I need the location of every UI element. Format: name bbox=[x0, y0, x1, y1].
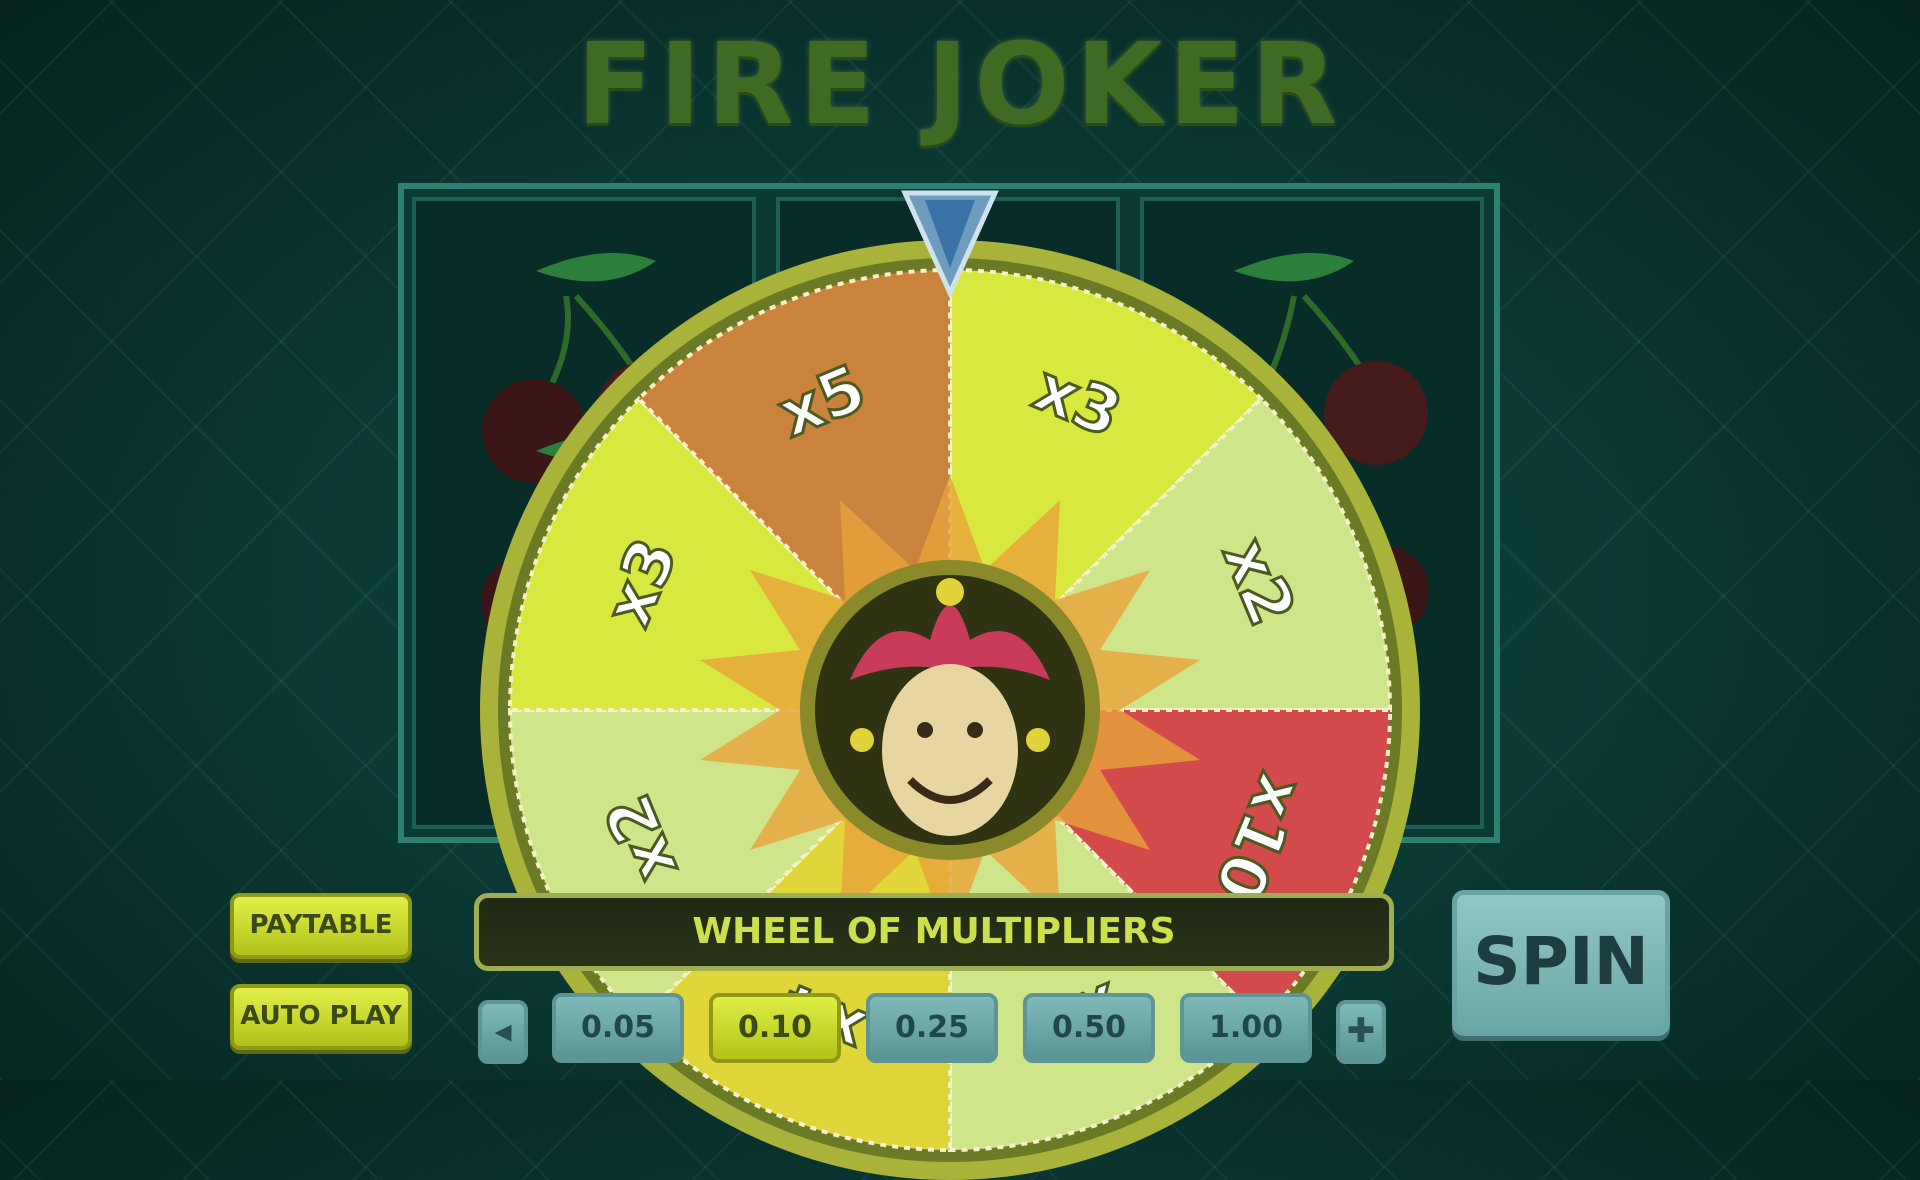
bet-option-0-50[interactable]: 0.50 bbox=[1023, 993, 1155, 1063]
spin-button[interactable]: SPIN bbox=[1452, 890, 1670, 1036]
bet-option-0-05[interactable]: 0.05 bbox=[552, 993, 684, 1063]
bet-option-0-10[interactable]: 0.10 bbox=[709, 993, 841, 1063]
paytable-button[interactable]: PAYTABLE bbox=[230, 893, 412, 959]
bet-option-0-25[interactable]: 0.25 bbox=[866, 993, 998, 1063]
bet-prev-arrow[interactable]: ◂ bbox=[478, 1000, 528, 1064]
auto-play-button[interactable]: AUTO PLAY bbox=[230, 984, 412, 1050]
wheel-pointer-icon bbox=[901, 190, 999, 298]
bet-next-arrow[interactable]: ✚ bbox=[1336, 1000, 1386, 1064]
game-title: FIRE JOKER bbox=[576, 20, 1344, 150]
bet-option-1-00[interactable]: 1.00 bbox=[1180, 993, 1312, 1063]
wheel-banner: WHEEL OF MULTIPLIERS bbox=[474, 893, 1394, 971]
